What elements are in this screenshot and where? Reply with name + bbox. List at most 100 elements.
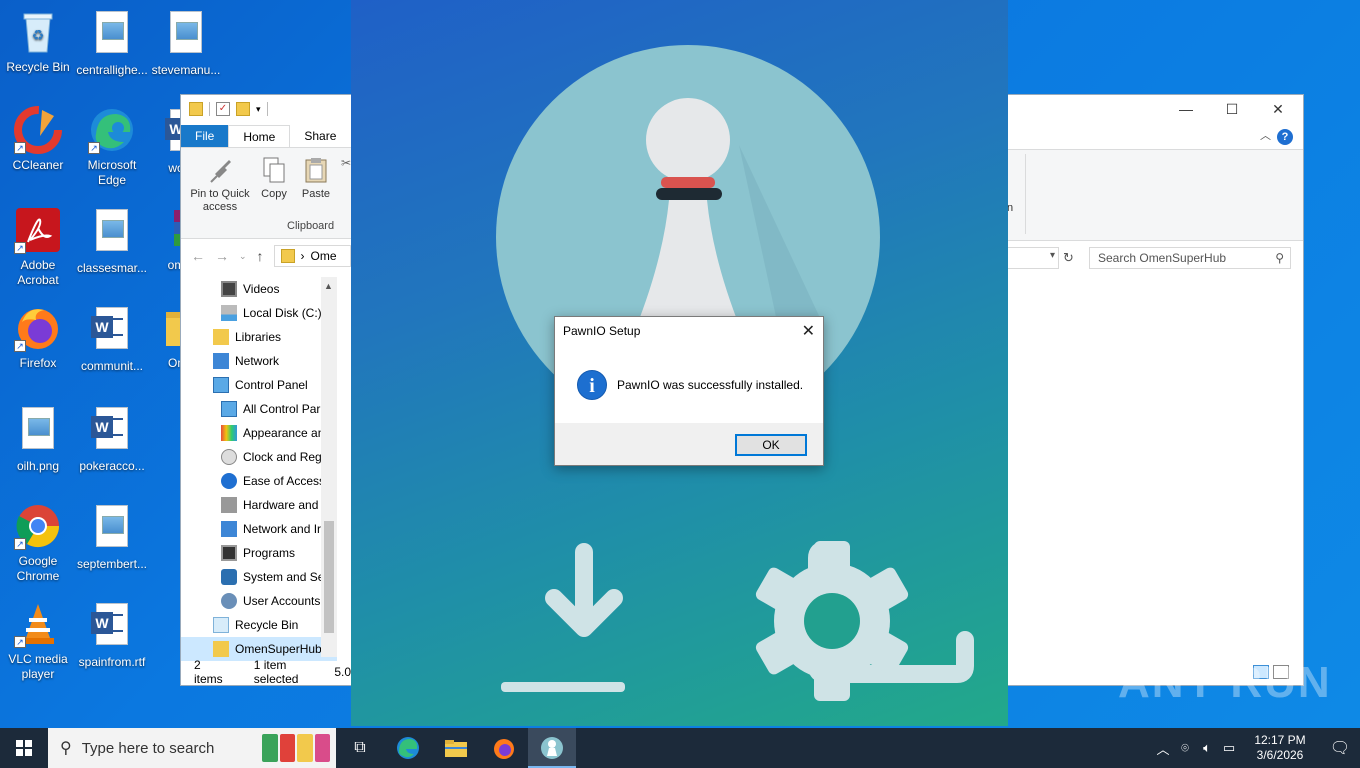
- nav-item-recycle-bin[interactable]: Recycle Bin: [181, 613, 337, 637]
- chevron-up-icon[interactable]: ︿: [1152, 739, 1174, 758]
- start-button[interactable]: [0, 728, 48, 768]
- acrobat-icon: ↗: [14, 206, 62, 254]
- paste-button[interactable]: Paste: [299, 156, 333, 201]
- printer-icon: [221, 497, 237, 513]
- new-folder-icon[interactable]: [236, 102, 250, 116]
- nav-item-all-control-panel[interactable]: All Control Par: [181, 397, 337, 421]
- volume-icon[interactable]: 🔈︎: [1196, 740, 1218, 756]
- close-button[interactable]: ✕: [1255, 99, 1301, 119]
- refresh-icon[interactable]: ↻: [1063, 250, 1074, 266]
- selection-size: 5.0: [334, 665, 351, 679]
- taskbar-search-box[interactable]: ⚲ Type here to search: [48, 728, 336, 768]
- selection-count: 1 item selected: [253, 658, 299, 686]
- webcam-icon[interactable]: ⌾: [1174, 740, 1196, 756]
- address-bar[interactable]: › Ome: [273, 245, 351, 267]
- nav-item-videos[interactable]: Videos: [181, 277, 337, 301]
- tab-home[interactable]: Home: [228, 125, 291, 147]
- nav-item-system-security[interactable]: System and Se: [181, 565, 337, 589]
- nav-item-local-disk[interactable]: Local Disk (C:): [181, 301, 337, 325]
- desktop-icon-recycle-bin[interactable]: ♻ Recycle Bin: [0, 8, 76, 75]
- tab-file[interactable]: File: [181, 125, 229, 147]
- copy-button[interactable]: Copy: [257, 156, 291, 201]
- desktop-icon-ccleaner[interactable]: ↗ CCleaner: [0, 106, 76, 173]
- desktop-icon-chrome[interactable]: ↗ Google Chrome: [0, 502, 76, 584]
- minimize-button[interactable]: —: [1163, 99, 1209, 119]
- collapse-ribbon-icon[interactable]: ︿: [1260, 127, 1271, 143]
- up-arrow-icon[interactable]: ↑: [257, 248, 264, 264]
- ribbon-home: Pin to Quick access Copy Paste ✂ Clipboa…: [181, 147, 351, 239]
- anyrun-watermark: ANY RUN: [1118, 658, 1332, 707]
- taskbar-edge[interactable]: [384, 728, 432, 768]
- nav-item-libraries[interactable]: Libraries: [181, 325, 337, 349]
- maximize-button[interactable]: ☐: [1209, 99, 1255, 119]
- desktop-icon-file[interactable]: septembert...: [74, 502, 150, 572]
- recent-locations-icon[interactable]: ⌄: [239, 251, 247, 262]
- svg-text:♻: ♻: [32, 27, 45, 43]
- search-icon: ⚲: [1275, 251, 1284, 265]
- taskbar-pawnio-setup[interactable]: [528, 728, 576, 768]
- dialog-body: i PawnIO was successfully installed.: [555, 345, 823, 425]
- network-icon[interactable]: ▭: [1218, 740, 1240, 756]
- customize-toolbar-icon[interactable]: ▾: [256, 104, 261, 115]
- nav-item-network-internet[interactable]: Network and Ir: [181, 517, 337, 541]
- chevron-down-icon[interactable]: ▾: [1050, 250, 1055, 261]
- help-icon[interactable]: ?: [1277, 129, 1293, 145]
- taskbar-firefox[interactable]: [480, 728, 528, 768]
- desktop-icon-acrobat[interactable]: ↗ Adobe Acrobat: [0, 206, 76, 288]
- clock[interactable]: 12:17 PM 3/6/2026: [1240, 733, 1320, 763]
- taskbar-file-explorer[interactable]: [432, 728, 480, 768]
- desktop-icon-word[interactable]: W spainfrom.rtf: [74, 600, 150, 670]
- nav-item-appearance[interactable]: Appearance an: [181, 421, 337, 445]
- dialog-message: PawnIO was successfully installed.: [617, 378, 804, 392]
- word-document-icon: W: [91, 307, 128, 349]
- pawn-ring: [656, 188, 722, 200]
- nav-item-clock[interactable]: Clock and Regi: [181, 445, 337, 469]
- ccleaner-icon: ↗: [14, 106, 62, 154]
- windows-logo-icon: [16, 740, 32, 756]
- dialog-close-button[interactable]: ✕: [802, 321, 815, 341]
- cut-icon[interactable]: ✂: [341, 156, 351, 170]
- nav-item-ease-of-access[interactable]: Ease of Access: [181, 469, 337, 493]
- search-input[interactable]: Search OmenSuperHub ⚲: [1089, 247, 1291, 269]
- scroll-up-icon[interactable]: ▲: [324, 281, 333, 291]
- users-icon: [221, 593, 237, 609]
- nav-item-network[interactable]: Network: [181, 349, 337, 373]
- scrollbar-thumb[interactable]: [324, 521, 334, 633]
- folder-icon[interactable]: [189, 102, 203, 116]
- desktop-icon-edge[interactable]: ↗ Microsoft Edge: [74, 106, 150, 188]
- image-file-icon: [96, 209, 128, 251]
- tab-share[interactable]: Share: [290, 125, 350, 147]
- nav-item-user-accounts[interactable]: User Accounts: [181, 589, 337, 613]
- recycle-bin-icon: [213, 617, 229, 633]
- desktop-icon-firefox[interactable]: ↗ Firefox: [0, 304, 76, 371]
- desktop-icon-file[interactable]: oilh.png: [0, 404, 76, 474]
- clock-icon: [221, 449, 237, 465]
- pawnio-icon: [541, 737, 563, 759]
- desktop-icon-file[interactable]: centrallighe...: [74, 8, 150, 78]
- notification-center-icon[interactable]: 🗨︎: [1320, 738, 1360, 758]
- videos-icon: [221, 281, 237, 297]
- desktop-icon-word[interactable]: W pokeracco...: [74, 404, 150, 474]
- desktop-icon-vlc[interactable]: ↗ VLC media player: [0, 600, 76, 682]
- task-view-button[interactable]: ⧉: [336, 728, 384, 768]
- clipboard-group-label: Clipboard: [287, 220, 335, 232]
- nav-item-programs[interactable]: Programs: [181, 541, 337, 565]
- nav-pane-scrollbar[interactable]: ▲: [321, 277, 337, 657]
- pin-to-quick-access-button[interactable]: Pin to Quick access: [187, 156, 253, 214]
- nav-item-control-panel[interactable]: Control Panel: [181, 373, 337, 397]
- image-file-icon: [96, 505, 128, 547]
- desktop-icon-file[interactable]: stevemanu...: [148, 8, 224, 78]
- navigation-pane: Videos Local Disk (C:) Libraries Network…: [181, 277, 337, 661]
- desktop-icon-file[interactable]: classesmar...: [74, 206, 150, 276]
- ok-button[interactable]: OK: [735, 434, 807, 456]
- edge-icon: ↗: [88, 106, 136, 154]
- desktop-icon-word[interactable]: W communit...: [74, 304, 150, 374]
- properties-icon[interactable]: ✓: [216, 102, 230, 116]
- forward-arrow-icon[interactable]: →: [215, 248, 229, 264]
- nav-item-hardware[interactable]: Hardware and: [181, 493, 337, 517]
- back-arrow-icon[interactable]: ←: [191, 248, 205, 264]
- status-bar: 2 items 1 item selected 5.0: [181, 658, 351, 686]
- search-highlight-gifts-icon: [262, 734, 330, 762]
- address-bar-end[interactable]: ▾: [1007, 247, 1059, 269]
- item-count: 2 items: [194, 658, 223, 686]
